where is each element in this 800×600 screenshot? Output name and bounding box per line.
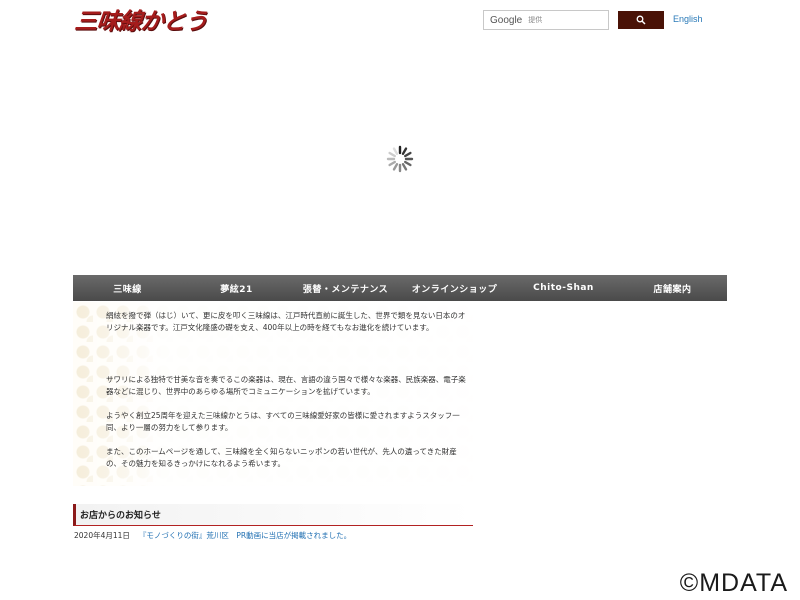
- search-brand-label: Google: [490, 14, 523, 26]
- news-item: 2020年4月11日 『モノづくりの街』荒川区 PR動画に当店が掲載されました。: [74, 530, 351, 541]
- news-heading-text: お店からのお知らせ: [80, 511, 161, 521]
- news-heading: お店からのお知らせ: [73, 504, 473, 526]
- search-button[interactable]: [618, 11, 664, 29]
- page: 三味線かとう Google 提供 English 三味線 夢絃21 張替・メンテ…: [0, 0, 800, 600]
- intro-paragraph: サワリによる独特で甘美な音を奏でるこの楽器は、現在、言語の違う国々で様々な楽器、…: [106, 375, 466, 396]
- main-nav: 三味線 夢絃21 張替・メンテナンス オンラインショップ Chito-Shan …: [73, 275, 727, 301]
- nav-item-maintenance[interactable]: 張替・メンテナンス: [291, 275, 400, 301]
- watermark: ©MDATA: [679, 569, 788, 597]
- nav-item-chito-shan[interactable]: Chito-Shan: [509, 275, 618, 301]
- intro-paragraph: また、このホームページを通して、三味線を全く知らないニッポンの若い世代が、先人の…: [106, 447, 457, 468]
- site-logo[interactable]: 三味線かとう: [73, 5, 215, 35]
- nav-item-online-shop[interactable]: オンラインショップ: [400, 275, 509, 301]
- news-link[interactable]: 『モノづくりの街』荒川区 PR動画に当店が掲載されました。: [139, 530, 351, 541]
- loading-spinner-icon: [386, 145, 414, 173]
- intro-paragraph: 絹絃を撥で弾（はじ）いて、更に皮を叩く三味線は、江戸時代直前に誕生した、世界で類…: [106, 311, 466, 332]
- nav-item-shamisen[interactable]: 三味線: [73, 275, 182, 301]
- intro-section: 絹絃を撥で弾（はじ）いて、更に皮を叩く三味線は、江戸時代直前に誕生した、世界で類…: [73, 302, 473, 486]
- nav-item-mugen21[interactable]: 夢絃21: [182, 275, 291, 301]
- intro-paragraph: ようやく創立25周年を迎えた三味線かとうは、すべての三味線愛好家の皆様に愛されま…: [106, 411, 460, 432]
- search-icon: [636, 15, 646, 25]
- news-date: 2020年4月11日: [74, 531, 130, 540]
- logo-text: 三味線かとう: [73, 8, 209, 35]
- search-input[interactable]: Google 提供: [483, 10, 609, 30]
- search-placeholder: 提供: [528, 16, 543, 24]
- nav-item-store-info[interactable]: 店舗案内: [618, 275, 727, 301]
- english-link[interactable]: English: [673, 14, 703, 24]
